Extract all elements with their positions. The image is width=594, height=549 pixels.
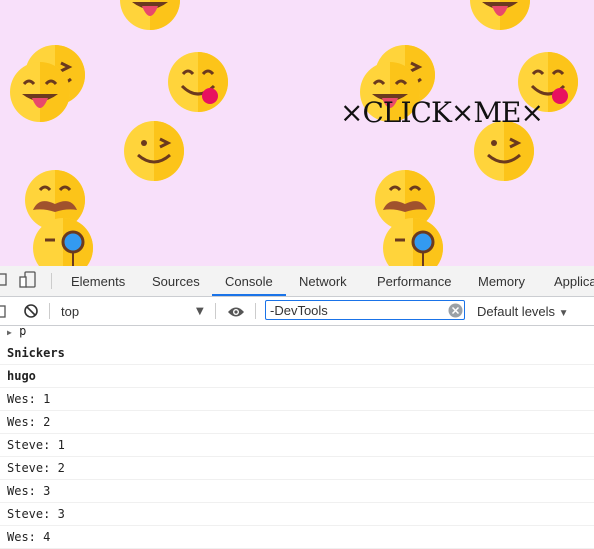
console-row: Wes: 1: [0, 388, 594, 411]
context-selector[interactable]: top: [61, 297, 79, 326]
sidebar-toggle-icon[interactable]: [0, 304, 7, 323]
emoji-background: [8, 0, 580, 266]
console-row: Wes: 2: [0, 411, 594, 434]
tab-performance[interactable]: Performance: [377, 266, 451, 296]
console-row: Steve: 3: [0, 503, 594, 526]
webpage-area: ×CLICK×ME×: [0, 0, 594, 266]
log-levels-dropdown[interactable]: Default levels ▼: [477, 297, 569, 328]
console-row: Snickers: [0, 342, 594, 365]
console-row[interactable]: ▶ p: [0, 324, 594, 342]
tab-application[interactable]: Applica: [554, 266, 594, 296]
console-row: Steve: 1: [0, 434, 594, 457]
devtools-panel: Elements Sources Console Network Perform…: [0, 266, 594, 549]
active-tab-indicator: [212, 294, 286, 296]
console-row: Wes: 3: [0, 480, 594, 503]
context-dropdown-icon[interactable]: ▼: [196, 297, 204, 326]
devtools-tabbar: Elements Sources Console Network Perform…: [0, 266, 594, 297]
tab-sources[interactable]: Sources: [152, 266, 200, 296]
clear-console-icon[interactable]: [23, 303, 39, 323]
click-me-text[interactable]: ×CLICK×ME×: [340, 96, 544, 129]
tab-console[interactable]: Console: [225, 266, 273, 296]
tab-memory[interactable]: Memory: [478, 266, 525, 296]
log-levels-label: Default levels: [477, 304, 556, 319]
toolbar-divider: [215, 303, 216, 319]
console-row: Wes: 4: [0, 526, 594, 549]
tab-divider: [51, 273, 52, 289]
inspect-element-icon[interactable]: [0, 271, 8, 293]
console-row: hugo: [0, 365, 594, 388]
expand-triangle-icon[interactable]: ▶: [7, 328, 12, 337]
toolbar-divider: [255, 303, 256, 319]
levels-dropdown-icon: ▼: [558, 308, 569, 319]
console-toolbar: top ▼ -DevTools Default levels ▼: [0, 297, 594, 326]
console-output: ▶ p Snickers hugo Wes: 1 Wes: 2 Steve: 1…: [0, 324, 594, 549]
tab-elements[interactable]: Elements: [71, 266, 125, 296]
console-filter-input[interactable]: -DevTools: [265, 300, 465, 320]
console-row: Steve: 2: [0, 457, 594, 480]
toolbar-divider: [49, 303, 50, 319]
device-toolbar-icon[interactable]: [18, 271, 38, 293]
tab-network[interactable]: Network: [299, 266, 347, 296]
live-expression-eye-icon[interactable]: [227, 304, 245, 323]
console-row-text: p: [19, 324, 27, 338]
clear-filter-icon[interactable]: [448, 303, 463, 322]
